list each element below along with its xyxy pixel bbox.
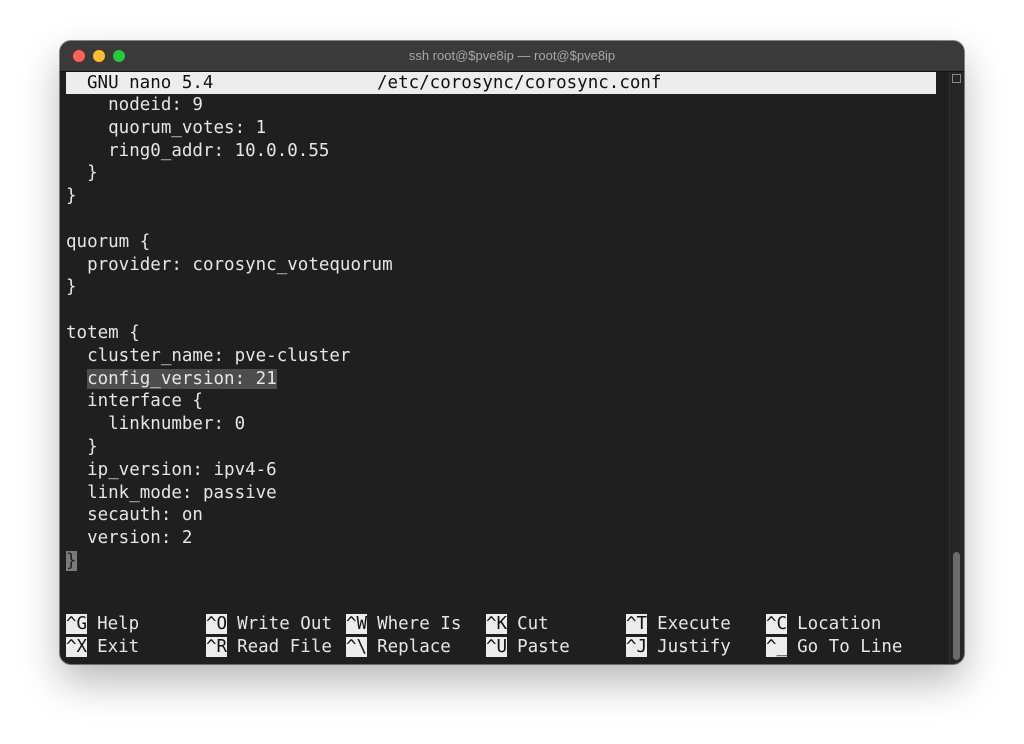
scrollbar[interactable] [949, 72, 964, 664]
shortcut-item[interactable]: ^R Read File [206, 636, 332, 658]
shortcut-item[interactable]: ^C Location [766, 613, 881, 635]
shortcut-key: ^O [206, 614, 228, 634]
shortcut-item[interactable]: ^_ Go To Line [766, 636, 902, 658]
editor-line[interactable]: secauth: on [66, 504, 393, 527]
editor-line[interactable]: } [66, 436, 393, 459]
editor-line[interactable]: nodeid: 9 [66, 94, 393, 117]
shortcut-item[interactable]: ^K Cut [486, 613, 549, 635]
shortcut-item[interactable]: ^T Execute [626, 613, 731, 635]
editor-line[interactable]: totem { [66, 322, 393, 345]
editor-line[interactable] [66, 208, 393, 231]
shortcut-key: ^X [66, 637, 88, 657]
shortcut-item[interactable]: ^O Write Out [206, 613, 332, 635]
shortcut-item[interactable]: ^\ Replace [346, 636, 451, 658]
nano-filename: /etc/corosync/corosync.conf [377, 73, 662, 93]
shortcut-key: ^G [66, 614, 88, 634]
shortcut-label: Write Out [237, 614, 332, 634]
editor-line[interactable]: quorum { [66, 231, 393, 254]
scrollbar-thumb[interactable] [953, 552, 960, 660]
editor-line[interactable]: } [66, 276, 393, 299]
shortcut-key: ^T [626, 614, 648, 634]
editor-line[interactable] [66, 299, 393, 322]
shortcut-key: ^C [766, 614, 788, 634]
shortcut-key: ^_ [766, 637, 788, 657]
shortcut-label: Execute [657, 614, 731, 634]
editor-line[interactable]: quorum_votes: 1 [66, 117, 393, 140]
editor-line[interactable]: link_mode: passive [66, 482, 393, 505]
shortcut-key: ^W [346, 614, 368, 634]
selected-text[interactable]: config_version: 21 [87, 368, 277, 389]
shortcut-label: Cut [517, 614, 549, 634]
shortcut-label: Justify [657, 637, 731, 657]
shortcut-label: Help [97, 614, 140, 634]
shortcut-label: Go To Line [797, 637, 903, 657]
shortcut-label: Read File [237, 637, 332, 657]
shortcut-key: ^K [486, 614, 508, 634]
editor-line[interactable]: ip_version: ipv4-6 [66, 459, 393, 482]
shortcut-key: ^J [626, 637, 648, 657]
split-view-icon[interactable] [952, 74, 961, 83]
editor-content[interactable]: nodeid: 9 quorum_votes: 1 ring0_addr: 10… [66, 94, 393, 573]
editor-line[interactable]: linknumber: 0 [66, 413, 393, 436]
editor-line[interactable]: } [66, 185, 393, 208]
editor-line[interactable]: provider: corosync_votequorum [66, 254, 393, 277]
shortcut-label: Location [797, 614, 882, 634]
shortcut-label: Where Is [377, 614, 462, 634]
shortcut-item[interactable]: ^X Exit [66, 636, 139, 658]
text-cursor: } [66, 550, 77, 571]
window-title: ssh root@$pve8ip — root@$pve8ip [408, 48, 616, 63]
terminal-window: ssh root@$pve8ip — root@$pve8ip GNU nano… [60, 41, 964, 664]
shortcut-label: Exit [97, 637, 140, 657]
shortcut-label: Replace [377, 637, 451, 657]
shortcut-key: ^U [486, 637, 508, 657]
shortcut-item[interactable]: ^W Where Is [346, 613, 461, 635]
editor-line[interactable]: } [66, 162, 393, 185]
editor-line[interactable]: ring0_addr: 10.0.0.55 [66, 140, 393, 163]
shortcut-item[interactable]: ^J Justify [626, 636, 731, 658]
editor-line[interactable]: interface { [66, 390, 393, 413]
shortcut-item[interactable]: ^U Paste [486, 636, 570, 658]
shortcut-key: ^\ [346, 637, 368, 657]
editor-line[interactable]: } [66, 550, 393, 573]
shortcut-key: ^R [206, 637, 228, 657]
editor-line[interactable]: config_version: 21 [66, 368, 393, 391]
shortcut-label: Paste [517, 637, 570, 657]
title-bar[interactable]: ssh root@$pve8ip — root@$pve8ip [60, 41, 964, 72]
shortcut-item[interactable]: ^G Help [66, 613, 139, 635]
nano-title-bar: GNU nano 5.4 /etc/corosync/corosync.conf [66, 72, 936, 94]
editor-line[interactable]: version: 2 [66, 527, 393, 550]
editor-line[interactable]: cluster_name: pve-cluster [66, 345, 393, 368]
nano-version: GNU nano 5.4 [87, 73, 214, 93]
